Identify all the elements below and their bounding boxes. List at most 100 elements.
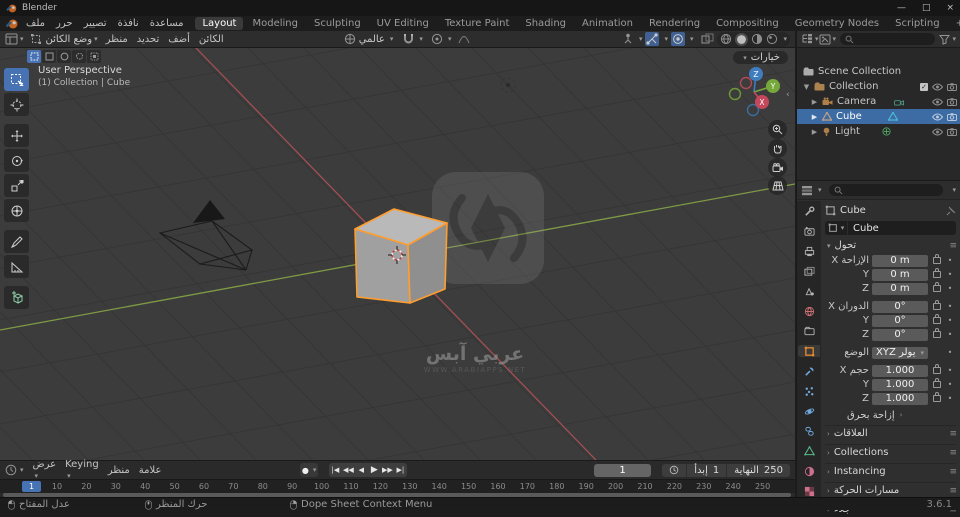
light-data-icon[interactable]: [882, 126, 891, 137]
tab-animation[interactable]: Animation: [575, 17, 640, 30]
select-lasso-icon[interactable]: [72, 50, 86, 63]
ruler-tick[interactable]: 40: [140, 482, 150, 491]
collection-label[interactable]: Collection: [829, 81, 878, 92]
location-z-field[interactable]: 0 m: [872, 282, 928, 295]
transform-orientation-icon[interactable]: [344, 33, 356, 45]
ruler-tick[interactable]: 230: [696, 482, 711, 491]
cube-eye-icon[interactable]: [932, 113, 943, 121]
shading-dropdown-arrow[interactable]: ▾: [783, 35, 787, 43]
breadcrumb-object-name[interactable]: Cube: [840, 205, 866, 216]
scale-z-field[interactable]: 1.000: [872, 392, 928, 405]
ruler-tick[interactable]: 160: [490, 482, 505, 491]
location-x-animate-dot[interactable]: •: [946, 256, 954, 265]
tab-world[interactable]: [798, 305, 820, 317]
camera-data-icon[interactable]: [894, 98, 905, 106]
outliner-row-light[interactable]: ▶ Light: [797, 124, 960, 139]
ruler-tick[interactable]: 90: [287, 482, 297, 491]
object-name-value[interactable]: Cube: [853, 223, 879, 234]
playback-popover[interactable]: عرض ▾: [33, 459, 57, 481]
play-button[interactable]: ▶: [368, 463, 381, 477]
show-object-types-icon[interactable]: [622, 33, 634, 45]
light-expand-arrow[interactable]: ▶: [811, 128, 818, 136]
camera-expand-arrow[interactable]: ▶: [811, 98, 818, 106]
toggle-perspective-button[interactable]: [768, 176, 787, 195]
tab-object-data[interactable]: [798, 445, 820, 457]
object-name-field[interactable]: ▾ Cube: [825, 221, 956, 235]
camera-eye-icon[interactable]: [932, 98, 943, 106]
transform-expand-arrow[interactable]: ▾: [827, 242, 831, 250]
properties-type-dropdown-arrow[interactable]: ▾: [818, 186, 822, 194]
mode-dropdown-arrow[interactable]: ▾: [94, 35, 98, 43]
menu-object[interactable]: الكائن: [199, 34, 224, 45]
tab-modifiers[interactable]: [798, 365, 820, 377]
transform-panel-header[interactable]: ▾ تحول ≡: [825, 238, 957, 253]
tab-material[interactable]: [798, 465, 820, 477]
ruler-tick[interactable]: 20: [81, 482, 91, 491]
tab-sculpting[interactable]: Sculpting: [307, 17, 368, 30]
tool-cursor[interactable]: [4, 93, 29, 116]
instancing-panel-grip[interactable]: ≡: [949, 467, 956, 477]
select-tweak-icon[interactable]: [27, 50, 41, 63]
ruler-tick[interactable]: 240: [726, 482, 741, 491]
rotation-z-animate-dot[interactable]: •: [946, 330, 954, 339]
light-render-icon[interactable]: [947, 127, 957, 136]
timeline-ruler[interactable]: 1 10 20 30 40 50 60 70 80 90 100 110 120 130 140 150 16…: [0, 479, 795, 493]
falloff-curve-icon[interactable]: [458, 34, 470, 44]
tool-scale[interactable]: [4, 174, 29, 197]
ruler-tick[interactable]: 180: [549, 482, 564, 491]
select-mode-extra-icon[interactable]: [87, 50, 101, 63]
name-field-dropdown-arrow[interactable]: ▾: [841, 224, 845, 232]
proportional-dropdown-arrow[interactable]: ▾: [448, 35, 452, 43]
frame-start-field[interactable]: إبدأ 1: [686, 463, 726, 477]
ruler-tick[interactable]: 140: [432, 482, 447, 491]
scene-collection-label[interactable]: Scene Collection: [818, 66, 901, 77]
ruler-tick[interactable]: 250: [755, 482, 770, 491]
tab-texture-paint[interactable]: Texture Paint: [438, 17, 517, 30]
collection-render-icon[interactable]: [947, 82, 957, 91]
tab-add-workspace[interactable]: +: [949, 17, 960, 30]
ruler-tick[interactable]: 30: [111, 482, 121, 491]
light-eye-icon[interactable]: [932, 128, 943, 136]
ruler-tick[interactable]: 50: [170, 482, 180, 491]
tool-select-box[interactable]: [4, 68, 29, 91]
outliner-display-mode-icon[interactable]: [819, 34, 831, 45]
sidebar-toggle-arrow[interactable]: ‹: [786, 90, 790, 100]
overlays-dropdown-arrow[interactable]: ▾: [690, 35, 694, 43]
location-z-animate-dot[interactable]: •: [946, 284, 954, 293]
location-y-lock-icon[interactable]: [931, 268, 943, 278]
snap-dropdown-arrow[interactable]: ▾: [419, 35, 423, 43]
menu-window[interactable]: نافذة: [118, 18, 139, 29]
tab-uv-editing[interactable]: UV Editing: [370, 17, 436, 30]
cube-object[interactable]: [354, 208, 448, 304]
rotation-y-field[interactable]: 0°: [872, 314, 928, 327]
cube-render-icon[interactable]: [947, 112, 957, 121]
tab-tool[interactable]: [798, 205, 820, 217]
rotation-z-lock-icon[interactable]: [931, 328, 943, 338]
timeline-view-menu[interactable]: منظر: [108, 465, 130, 476]
menu-edit[interactable]: حرر: [56, 18, 73, 29]
outliner-row-collection[interactable]: ▼ Collection ✓: [797, 79, 960, 94]
blender-app-menu-icon[interactable]: [6, 18, 18, 30]
location-x-field[interactable]: 0 m: [872, 254, 928, 267]
tab-physics[interactable]: [798, 405, 820, 417]
outliner-row-cube[interactable]: ▶ Cube: [797, 109, 960, 124]
ruler-tick[interactable]: 70: [228, 482, 238, 491]
ruler-tick[interactable]: 120: [373, 482, 388, 491]
cube-expand-arrow[interactable]: ▶: [811, 113, 818, 121]
camera-label[interactable]: Camera: [837, 96, 876, 107]
tab-shading[interactable]: Shading: [518, 17, 573, 30]
current-frame-field[interactable]: 1: [593, 463, 652, 477]
pin-id-icon[interactable]: [946, 206, 956, 216]
tab-output[interactable]: [798, 245, 820, 257]
scale-x-field[interactable]: 1.000: [872, 364, 928, 377]
tool-add-cube[interactable]: [4, 286, 29, 309]
menu-add[interactable]: أضف: [168, 34, 190, 45]
playhead-frame-badge[interactable]: 1: [22, 481, 41, 492]
scale-x-lock-icon[interactable]: [931, 364, 943, 374]
tab-collection[interactable]: [798, 325, 820, 337]
ruler-tick[interactable]: 110: [343, 482, 358, 491]
location-y-animate-dot[interactable]: •: [946, 270, 954, 279]
menu-view[interactable]: منظر: [106, 34, 128, 45]
shading-material-icon[interactable]: [751, 33, 763, 45]
object-types-dropdown-arrow[interactable]: ▾: [639, 35, 643, 43]
